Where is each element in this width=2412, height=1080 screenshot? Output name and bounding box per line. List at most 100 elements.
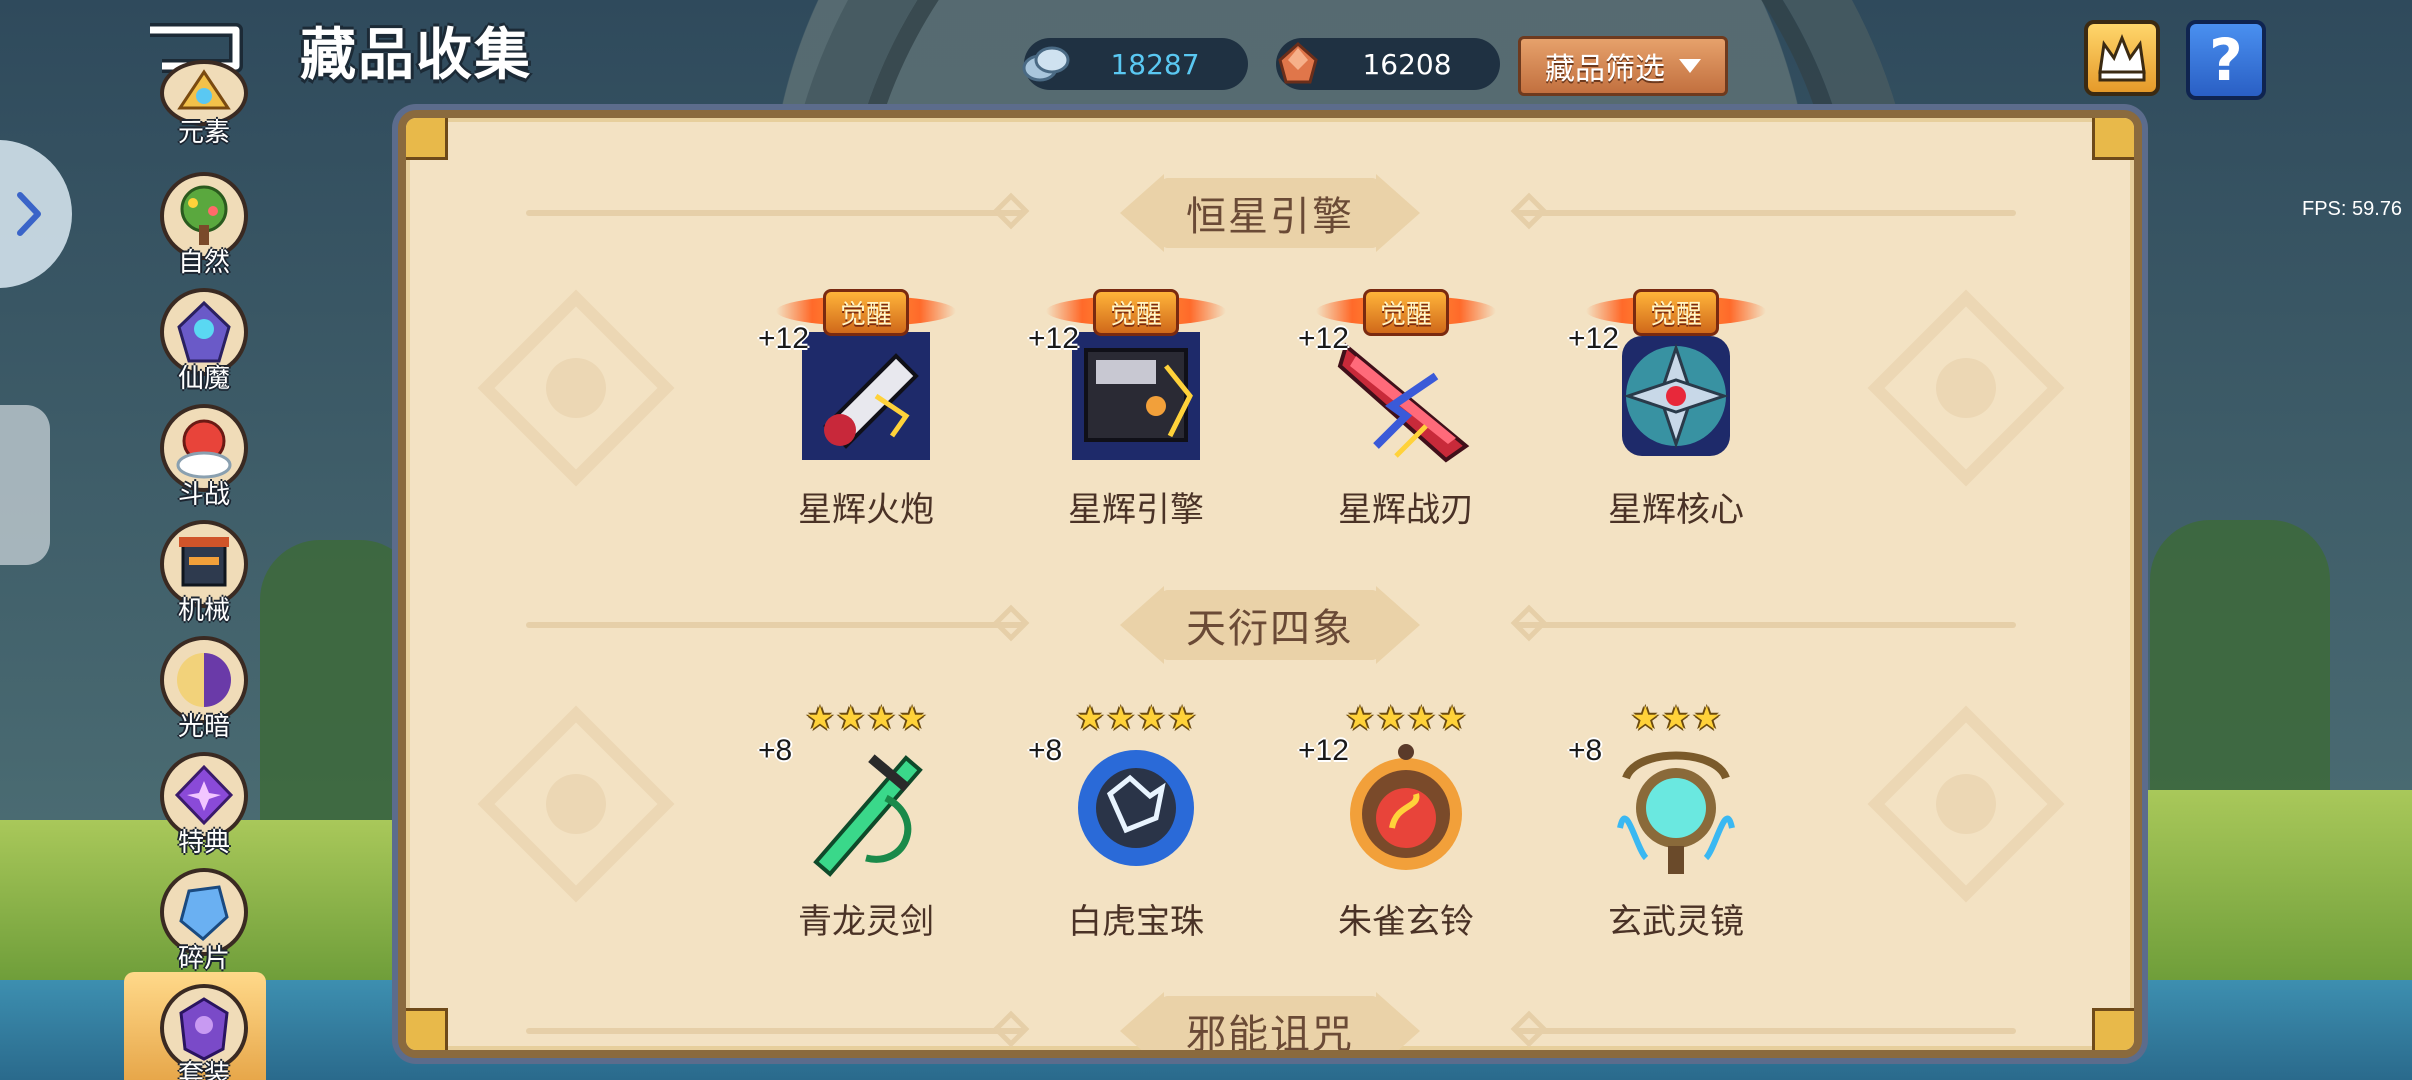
- chevron-down-icon: [1679, 59, 1701, 73]
- star-icon: ★: [1630, 699, 1660, 737]
- phoenix-bell-icon: [1336, 738, 1476, 878]
- star-cannon-icon: [796, 326, 936, 466]
- side-tab-ghost: [0, 405, 50, 565]
- category-light-dark[interactable]: 光暗: [154, 636, 254, 746]
- category-label: 特典: [177, 828, 230, 858]
- enhance-level: +12: [1298, 734, 1349, 767]
- currency-silver: 18287: [1022, 38, 1248, 90]
- banner-line: [526, 210, 1026, 216]
- item-name: 星辉引擎: [1068, 490, 1204, 530]
- star-icon: ★: [1437, 699, 1467, 737]
- collection-item[interactable]: 觉醒 +12 星辉核心: [1566, 286, 1786, 536]
- ornament-icon: [1867, 289, 2065, 487]
- ornament-icon: [477, 705, 675, 903]
- section-title: 天衍四象: [1186, 606, 1354, 652]
- star-icon: ★: [1407, 699, 1436, 737]
- enhance-level: +8: [1568, 734, 1603, 767]
- tiger-orb-icon: [1066, 738, 1206, 878]
- page-title: 藏品收集: [300, 23, 532, 88]
- category-label: 仙魔: [177, 364, 230, 394]
- section-header: 天衍四象: [406, 582, 2134, 668]
- enhance-level: +12: [1568, 322, 1619, 355]
- star-icon: ★: [1376, 699, 1405, 737]
- collection-item[interactable]: ★ ★ ★ ★ +8 青龙灵剑: [756, 698, 976, 948]
- category-immortal-demon[interactable]: 仙魔: [154, 288, 254, 398]
- banner-diamond: [992, 192, 1030, 230]
- item-name: 星辉核心: [1608, 490, 1744, 530]
- enhance-level: +8: [758, 734, 793, 767]
- star-icon: ★: [1661, 699, 1691, 737]
- banner-line: [526, 622, 1026, 628]
- category-special[interactable]: 特典: [154, 752, 254, 862]
- category-combat[interactable]: 斗战: [154, 404, 254, 514]
- section-title: 恒星引擎: [1186, 194, 1354, 240]
- banner-diamond: [992, 1010, 1030, 1048]
- star-blade-icon: [1336, 326, 1476, 466]
- banner-diamond: [992, 604, 1030, 642]
- star-rating: ★ ★ ★: [1606, 698, 1746, 738]
- collection-item[interactable]: ★ ★ ★ ★ +8 白虎宝珠: [1026, 698, 1246, 948]
- banner-line: [1516, 210, 2016, 216]
- star-icon: ★: [897, 699, 927, 737]
- chevron-right-icon: [17, 192, 41, 236]
- star-core-icon: [1606, 326, 1746, 466]
- enhance-level: +12: [1298, 322, 1349, 355]
- category-label: 碎片: [177, 944, 230, 974]
- item-name: 玄武灵镜: [1608, 902, 1744, 942]
- star-rating: ★ ★ ★ ★: [1066, 698, 1206, 738]
- section-title: 邪能诅咒: [1186, 1012, 1354, 1058]
- star-icon: ★: [1692, 699, 1722, 737]
- star-icon: ★: [805, 699, 835, 737]
- category-element[interactable]: 元素: [154, 50, 254, 160]
- item-name: 星辉火炮: [798, 490, 934, 530]
- ore-crystal-icon: [1268, 34, 1328, 94]
- section-header: 邪能诅咒: [406, 988, 2134, 1058]
- category-nature[interactable]: 自然: [154, 172, 254, 282]
- item-name: 青龙灵剑: [798, 902, 934, 942]
- star-icon: ★: [1106, 699, 1135, 737]
- item-name: 星辉战刃: [1338, 490, 1474, 530]
- category-fragments[interactable]: 碎片: [154, 868, 254, 978]
- currency-ore: 16208: [1276, 38, 1500, 90]
- panel-corner: [2092, 118, 2134, 160]
- star-icon: ★: [867, 699, 896, 737]
- question-mark-icon: ?: [2209, 26, 2243, 94]
- background-tree-right: [2150, 520, 2330, 820]
- banner-line: [1516, 1028, 2016, 1034]
- category-label: 自然: [177, 248, 230, 278]
- achievement-crown-button[interactable]: [2084, 20, 2160, 96]
- collection-item[interactable]: 觉醒 +12 星辉引擎: [1026, 286, 1246, 536]
- help-button[interactable]: ?: [2186, 20, 2266, 100]
- star-rating: ★ ★ ★ ★: [1336, 698, 1476, 738]
- tortoise-mirror-icon: [1606, 738, 1746, 878]
- fps-counter: FPS: 59.76: [2302, 198, 2403, 220]
- ornament-icon: [1867, 705, 2065, 903]
- star-engine-icon: [1066, 326, 1206, 466]
- category-set-active[interactable]: 套装: [154, 984, 254, 1080]
- crown-icon: [2098, 33, 2146, 82]
- category-label: 光暗: [177, 712, 230, 742]
- ornament-icon: [477, 289, 675, 487]
- star-icon: ★: [1137, 699, 1166, 737]
- enhance-level: +12: [758, 322, 809, 355]
- dragon-sword-icon: [796, 738, 936, 878]
- category-mechanical[interactable]: 机械: [154, 520, 254, 630]
- panel-corner: [406, 118, 448, 160]
- collection-item[interactable]: 觉醒 +12 星辉火炮: [756, 286, 976, 536]
- collection-item[interactable]: ★ ★ ★ +8 玄武灵镜: [1566, 698, 1786, 948]
- currency-silver-value: 18287: [1110, 47, 1200, 81]
- star-icon: ★: [836, 699, 865, 737]
- enhance-level: +8: [1028, 734, 1063, 767]
- collection-item[interactable]: 觉醒 +12 星辉战刃: [1296, 286, 1516, 536]
- item-name: 白虎宝珠: [1068, 902, 1204, 942]
- game-screen: 藏品收集 18287 16208 藏品筛选 ? FPS: 59.76 元素 自然…: [0, 0, 2412, 1080]
- collection-filter-dropdown[interactable]: 藏品筛选: [1518, 36, 1728, 96]
- category-label: 机械: [177, 596, 230, 626]
- item-name: 朱雀玄铃: [1338, 902, 1474, 942]
- collection-panel: 恒星引擎 觉醒 +12 星辉火炮 觉醒 +12 星辉引擎 觉醒 +12 星辉战刃…: [398, 110, 2142, 1058]
- collection-item[interactable]: ★ ★ ★ ★ +12 朱雀玄铃: [1296, 698, 1516, 948]
- section-header: 恒星引擎: [406, 170, 2134, 256]
- background-tree-left: [260, 540, 420, 840]
- section-title-plate: 天衍四象: [1120, 582, 1420, 668]
- banner-line: [526, 1028, 1026, 1034]
